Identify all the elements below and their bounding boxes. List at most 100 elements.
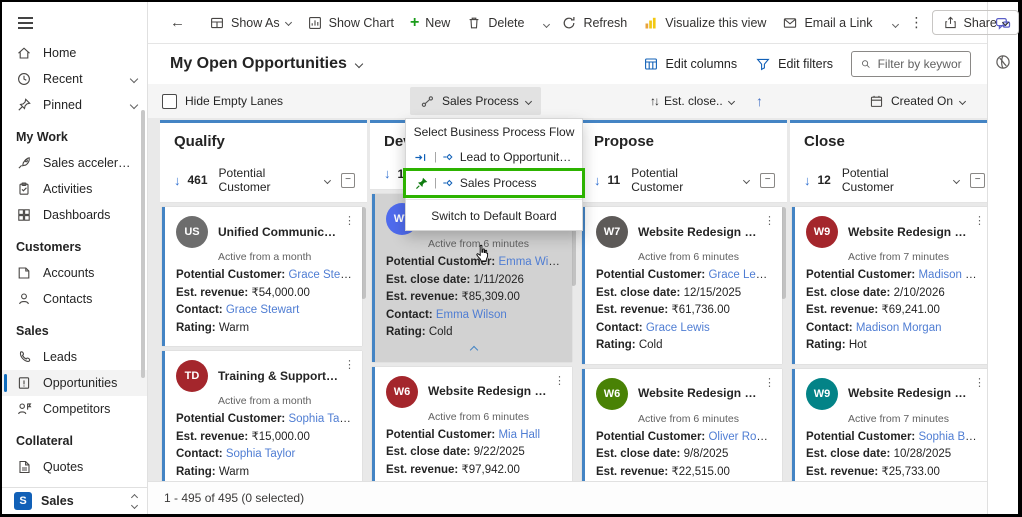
card-more-button[interactable]: ⋮ xyxy=(974,214,985,227)
sidebar-item-leads[interactable]: Leads xyxy=(2,344,147,370)
field-value[interactable]: Emma Wilso... xyxy=(498,256,562,268)
card-more-button[interactable]: ⋮ xyxy=(974,376,985,389)
field-value[interactable]: Warm xyxy=(219,322,249,334)
sidebar-item-home[interactable]: Home xyxy=(2,40,147,66)
field-value[interactable]: Sophia Taylor xyxy=(226,448,295,460)
sidebar-item-sales-accelerator[interactable]: Sales accelerator xyxy=(2,150,147,176)
card-more-button[interactable]: ⋮ xyxy=(344,214,355,227)
field-value[interactable]: Mia Hall xyxy=(498,429,540,441)
sidebar-item-accounts[interactable]: Accounts xyxy=(2,260,147,286)
sort-descending-icon[interactable]: ↓ xyxy=(174,173,181,188)
field-value[interactable]: 9/22/2025 xyxy=(474,446,525,458)
sort-descending-icon[interactable]: ↓ xyxy=(384,166,391,181)
overflow-chevron[interactable] xyxy=(889,16,902,30)
field-value[interactable]: ₹15,000.00 xyxy=(251,431,309,443)
sidebar-item-quotes[interactable]: Quotes xyxy=(2,454,147,480)
field-value[interactable]: 12/15/2025 xyxy=(684,287,742,299)
back-button[interactable]: ← xyxy=(162,9,193,36)
column-group-by[interactable]: Potential Customer xyxy=(842,166,942,194)
opportunity-card[interactable]: W6 Website Redesign #694 ⋮ Active from 6… xyxy=(582,369,782,482)
process-menu-item-sales-process[interactable]: | Sales Process xyxy=(406,170,582,196)
view-selector[interactable]: My Open Opportunities xyxy=(170,55,362,73)
sort-field-button[interactable]: ↑↓Est. close.. xyxy=(650,84,734,118)
field-value[interactable]: 10/28/2025 xyxy=(894,448,952,460)
hamburger-menu-icon[interactable] xyxy=(2,2,147,38)
edit-columns-button[interactable]: Edit columns xyxy=(643,56,738,72)
opportunity-card[interactable]: W9 Website Redesign #948 ⋮ Active from 7… xyxy=(792,207,987,364)
new-button[interactable]: +New xyxy=(402,11,458,35)
collapse-lane-icon[interactable]: − xyxy=(760,173,775,188)
field-value[interactable]: Emma Wilson xyxy=(436,309,507,321)
share-button[interactable]: Share xyxy=(932,10,1019,35)
field-value[interactable]: Madison Mo... xyxy=(918,269,982,281)
sort-descending-icon[interactable]: ↓ xyxy=(804,173,811,188)
sidebar-item-competitors[interactable]: Competitors xyxy=(2,396,147,422)
field-value[interactable]: 1/11/2026 xyxy=(474,274,524,286)
email-link-button[interactable]: Email a Link xyxy=(774,10,880,36)
insights-panel-icon[interactable] xyxy=(994,53,1012,71)
show-as-button[interactable]: Show As xyxy=(201,10,299,36)
delete-button[interactable]: Delete xyxy=(458,10,532,36)
sidebar-item-recent[interactable]: Recent xyxy=(2,66,147,92)
sidebar-item-pinned[interactable]: Pinned xyxy=(2,92,147,118)
area-switcher[interactable]: S Sales xyxy=(2,487,147,514)
field-value[interactable]: ₹85,309.00 xyxy=(461,291,519,303)
opportunity-card[interactable]: W7 Website Redesign #704 ⋮ Active from 6… xyxy=(582,207,782,364)
field-value[interactable]: ₹25,733.00 xyxy=(881,466,939,478)
field-value[interactable]: ₹97,942.00 xyxy=(461,464,519,476)
created-on-button[interactable]: Created On xyxy=(869,84,965,118)
field-value[interactable]: ₹69,241.00 xyxy=(881,304,939,316)
switch-default-board-item[interactable]: Switch to Default Board xyxy=(406,203,582,228)
avatar: W7 xyxy=(596,216,628,248)
field-value[interactable]: ₹54,000.00 xyxy=(251,287,309,299)
field-value[interactable]: Sophia Tay... xyxy=(288,413,352,425)
more-commands-button[interactable]: ⋮ xyxy=(902,14,932,31)
field-value[interactable]: Grace Lewis xyxy=(646,322,710,334)
field-value[interactable]: 9/8/2025 xyxy=(684,448,729,460)
visualize-view-button[interactable]: Visualize this view xyxy=(635,10,774,36)
overflow-chevron[interactable] xyxy=(540,16,553,30)
sidebar-item-dashboards[interactable]: Dashboards xyxy=(2,202,147,228)
card-more-button[interactable]: ⋮ xyxy=(764,376,775,389)
process-selector-button[interactable]: Sales Process xyxy=(410,87,541,115)
field-value[interactable]: Madison Morgan xyxy=(856,322,942,334)
column-group-by[interactable]: Potential Customer xyxy=(631,166,731,194)
collapse-lane-icon[interactable]: − xyxy=(341,173,355,188)
opportunity-card[interactable]: W9 Website Redesign #92 ⋮ Active from 7 … xyxy=(792,369,987,482)
card-more-button[interactable]: ⋮ xyxy=(764,214,775,227)
show-chart-button[interactable]: Show Chart xyxy=(299,10,402,36)
sort-descending-icon[interactable]: ↓ xyxy=(594,173,601,188)
opportunity-card[interactable]: US Unified Communicatio... ⋮ Active from… xyxy=(162,207,362,346)
card-collapse-chevron-icon[interactable] xyxy=(386,342,562,353)
field-label: Est. revenue: xyxy=(806,304,878,316)
card-more-button[interactable]: ⋮ xyxy=(554,374,565,387)
field-value[interactable]: Sophia Bai... xyxy=(918,431,982,443)
keyword-filter-input[interactable] xyxy=(878,57,962,71)
field-value[interactable]: Cold xyxy=(429,326,453,338)
sort-direction-button[interactable]: ↑ xyxy=(756,84,763,118)
opportunity-card[interactable]: W6 Website Redesign #676 ⋮ Active from 6… xyxy=(372,367,572,482)
sidebar-scrollbar[interactable] xyxy=(141,110,145,378)
field-value[interactable]: Cold xyxy=(639,339,663,351)
field-value[interactable]: Grace Lewi... xyxy=(708,269,772,281)
sidebar-item-contacts[interactable]: Contacts xyxy=(2,286,147,312)
field-value[interactable]: 2/10/2026 xyxy=(894,287,945,299)
process-menu-item-lead-to-opportunity-sales[interactable]: | Lead to Opportunity Sales ... xyxy=(406,144,582,170)
sidebar-item-opportunities[interactable]: Opportunities xyxy=(2,370,147,396)
sidebar-item-activities[interactable]: Activities xyxy=(2,176,147,202)
field-value[interactable]: ₹22,515.00 xyxy=(671,466,729,478)
edit-filters-button[interactable]: Edit filters xyxy=(755,56,833,72)
field-value[interactable]: ₹61,736.00 xyxy=(671,304,729,316)
card-more-button[interactable]: ⋮ xyxy=(344,358,355,371)
opportunity-card[interactable]: TD Training & Support Deal ⋮ Active from… xyxy=(162,351,362,481)
field-value[interactable]: Grace Stew... xyxy=(288,269,352,281)
dashboard-icon xyxy=(16,207,32,223)
field-value[interactable]: Oliver Rog... xyxy=(708,431,772,443)
hide-empty-lanes-checkbox[interactable] xyxy=(162,94,177,109)
field-value[interactable]: Warm xyxy=(219,466,249,478)
refresh-button[interactable]: Refresh xyxy=(553,10,635,36)
field-value[interactable]: Grace Stewart xyxy=(226,304,300,316)
column-group-by[interactable]: Potential Customer xyxy=(219,166,313,194)
collapse-lane-icon[interactable]: − xyxy=(970,173,985,188)
field-value[interactable]: Hot xyxy=(849,339,867,351)
